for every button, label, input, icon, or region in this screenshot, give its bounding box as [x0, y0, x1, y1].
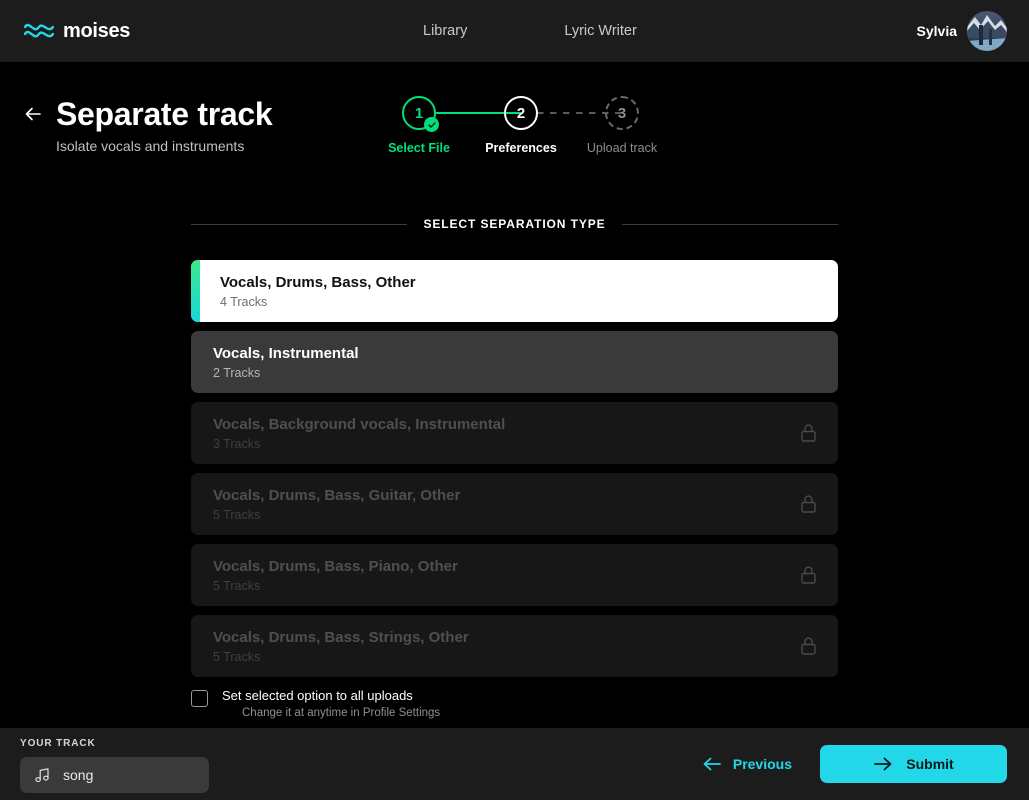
page-header: Separate track Isolate vocals and instru… — [22, 95, 273, 154]
lock-icon — [801, 424, 816, 442]
stepper-step-preferences[interactable]: 2 Preferences — [485, 96, 557, 155]
option-track-count: 2 Tracks — [213, 366, 261, 380]
nav-link-lyric-writer[interactable]: Lyric Writer — [564, 23, 637, 39]
checkbox-label: Set selected option to all uploads — [222, 688, 413, 703]
stepper-step-select-file[interactable]: 1 Select File — [383, 96, 455, 155]
checkbox-sublabel: Change it at anytime in Profile Settings — [242, 707, 441, 719]
title-row: Separate track — [22, 95, 273, 133]
music-note-icon — [35, 767, 49, 782]
step-2-label: Preferences — [485, 141, 557, 155]
previous-button[interactable]: Previous — [702, 756, 792, 772]
divider-rule-right — [621, 223, 839, 225]
submit-label: Submit — [906, 756, 954, 772]
option-title: Vocals, Drums, Bass, Other — [220, 274, 416, 291]
submit-button[interactable]: Submit — [820, 745, 1007, 783]
track-chip[interactable]: song — [20, 757, 209, 793]
page-subtitle: Isolate vocals and instruments — [56, 138, 245, 154]
arrow-left-icon — [703, 757, 721, 771]
main-nav: Library Lyric Writer — [423, 23, 637, 39]
bottom-action-bar: YOUR TRACK song Previous Submit — [0, 728, 1029, 800]
step-3-label: Upload track — [586, 141, 658, 155]
step-1-label: Select File — [388, 141, 450, 155]
logo-wordmark: moises — [63, 19, 131, 42]
avatar[interactable] — [967, 11, 1007, 51]
option-track-count: 3 Tracks — [213, 437, 261, 451]
user-menu[interactable]: Sylvia — [917, 11, 1007, 51]
your-track-block: YOUR TRACK song — [20, 738, 209, 793]
step-2-circle: 2 — [504, 96, 538, 130]
separation-option-vocals-instrumental[interactable]: Vocals, Instrumental 2 Tracks — [191, 331, 838, 393]
lock-icon — [801, 637, 816, 655]
checkbox-text-block: Set selected option to all uploads Chang… — [222, 688, 440, 719]
page-title: Separate track — [56, 96, 273, 132]
set-all-uploads-row[interactable]: Set selected option to all uploads Chang… — [191, 688, 440, 719]
bottom-actions: Previous Submit — [702, 745, 1007, 783]
progress-stepper: 1 Select File 2 Preferences 3 Upload tra… — [383, 96, 657, 158]
previous-label: Previous — [732, 756, 792, 772]
separation-option-vocals-background-instrumental[interactable]: Vocals, Background vocals, Instrumental … — [191, 402, 838, 464]
option-track-count: 5 Tracks — [213, 579, 261, 593]
arrow-right-icon — [874, 757, 892, 771]
lock-icon — [801, 566, 816, 584]
step-1-number: 1 — [414, 104, 424, 122]
option-track-count: 5 Tracks — [213, 508, 261, 522]
section-divider: SELECT SEPARATION TYPE — [191, 217, 839, 231]
option-title: Vocals, Drums, Bass, Piano, Other — [213, 558, 458, 575]
nav-link-library[interactable]: Library — [423, 23, 467, 39]
section-label: SELECT SEPARATION TYPE — [423, 217, 606, 231]
divider-rule-left — [191, 223, 408, 225]
back-arrow-icon[interactable] — [22, 103, 44, 125]
moises-logo[interactable]: moises — [24, 20, 130, 43]
option-track-count: 4 Tracks — [220, 295, 268, 309]
top-header: moises Library Lyric Writer Sylvia — [0, 0, 1029, 62]
your-track-label: YOUR TRACK — [20, 738, 96, 749]
step-1-circle: 1 — [402, 96, 439, 132]
track-name: song — [63, 767, 94, 783]
app-root: moises Library Lyric Writer Sylvia Separ… — [0, 0, 1029, 800]
option-track-count: 5 Tracks — [213, 650, 261, 664]
option-title: Vocals, Instrumental — [213, 345, 359, 362]
separation-option-vocals-drums-bass-other[interactable]: Vocals, Drums, Bass, Other 4 Tracks — [191, 260, 838, 322]
separation-type-list: Vocals, Drums, Bass, Other 4 Tracks Voca… — [191, 260, 838, 686]
stepper-step-upload-track: 3 Upload track — [586, 96, 658, 155]
user-name: Sylvia — [916, 23, 957, 39]
option-title: Vocals, Background vocals, Instrumental — [213, 416, 506, 433]
option-title: Vocals, Drums, Bass, Guitar, Other — [213, 487, 461, 504]
option-title: Vocals, Drums, Bass, Strings, Other — [213, 629, 469, 646]
wave-logo-icon — [24, 23, 54, 38]
separation-option-vocals-drums-bass-strings-other[interactable]: Vocals, Drums, Bass, Strings, Other 5 Tr… — [191, 615, 838, 677]
step-3-number: 3 — [617, 104, 627, 122]
separation-option-vocals-drums-bass-guitar-other[interactable]: Vocals, Drums, Bass, Guitar, Other 5 Tra… — [191, 473, 838, 535]
step-3-circle: 3 — [605, 96, 639, 130]
set-all-uploads-checkbox[interactable] — [191, 690, 208, 707]
lock-icon — [801, 495, 816, 513]
separation-option-vocals-drums-bass-piano-other[interactable]: Vocals, Drums, Bass, Piano, Other 5 Trac… — [191, 544, 838, 606]
selected-accent-bar — [191, 260, 200, 322]
step-2-number: 2 — [516, 104, 526, 122]
step-complete-check-icon — [424, 117, 439, 132]
